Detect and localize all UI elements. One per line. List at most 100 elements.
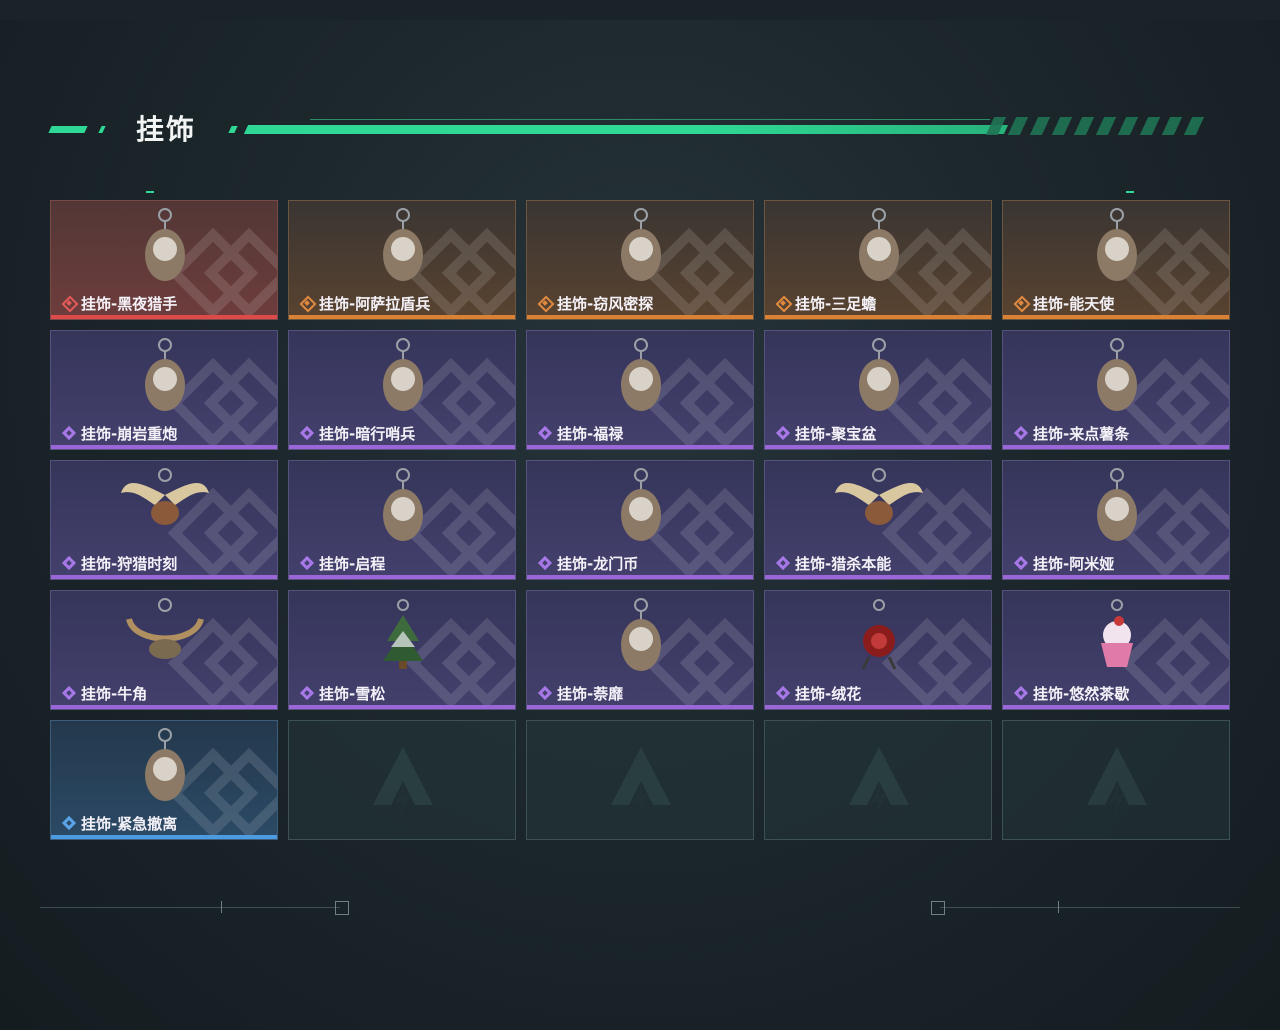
card-label: 挂饰-能天使 [1013,293,1114,313]
footer-square [931,901,945,915]
header-checker-pattern [985,117,1205,135]
rarity-underline [527,575,753,579]
rarity-diamond-icon [537,425,553,441]
ornament-name: 挂饰-猎杀本能 [795,554,892,573]
placeholder-logo-icon [373,747,433,817]
ornament-name: 挂饰-聚宝盆 [795,424,877,443]
ornament-card[interactable]: 挂饰-龙门币 [526,460,754,580]
hanging-ornament-icon [115,725,215,811]
cupcake-ornament-icon [1067,595,1167,681]
rarity-underline [1003,445,1229,449]
ornament-card[interactable]: 挂饰-福禄 [526,330,754,450]
rarity-diamond-icon [299,425,315,441]
rarity-diamond-icon [1013,425,1029,441]
hanging-ornament-icon [591,465,691,551]
ornament-card[interactable]: 挂饰-能天使 [1002,200,1230,320]
footer-line [40,907,340,908]
ornament-card[interactable]: 挂饰-崩岩重炮 [50,330,278,450]
card-label: 挂饰-狩猎时刻 [61,553,177,573]
ornament-card[interactable]: 挂饰-狩猎时刻 [50,460,278,580]
rarity-underline [765,315,991,319]
rarity-underline [289,705,515,709]
card-label: 挂饰-龙门币 [537,553,638,573]
ornament-card[interactable]: 挂饰-启程 [288,460,516,580]
card-label: 挂饰-萘靡 [537,683,623,703]
hanging-ornament-icon [591,335,691,421]
ornament-name: 挂饰-紧急撤离 [81,814,178,833]
rarity-diamond-icon [299,295,317,313]
ornament-card[interactable]: 挂饰-牛角 [50,590,278,710]
header-dash [48,126,88,133]
rarity-underline [289,575,515,579]
card-label: 挂饰-黑夜猎手 [61,293,177,313]
footer-tick [1058,901,1059,913]
rarity-underline [527,315,753,319]
hanging-ornament-icon [353,465,453,551]
ornament-card[interactable]: 挂饰-聚宝盆 [764,330,992,450]
rarity-diamond-icon [1013,685,1029,701]
horn-ornament-icon [115,595,215,681]
ornament-card[interactable]: 挂饰-暗行哨兵 [288,330,516,450]
ornament-card[interactable]: 挂饰-绒花 [764,590,992,710]
rarity-underline [51,835,277,839]
rarity-underline [1003,705,1229,709]
rarity-diamond-icon [1013,555,1029,571]
rarity-underline [765,705,991,709]
header-dash [98,126,106,133]
ornament-card[interactable]: 挂饰-猎杀本能 [764,460,992,580]
ornament-card[interactable]: 挂饰-三足蟾 [764,200,992,320]
corner-tick [1126,191,1134,193]
empty-slot [1002,720,1230,840]
hanging-ornament-icon [829,205,929,291]
rarity-diamond-icon [299,555,315,571]
ornament-name: 挂饰-悠然茶歇 [1033,684,1130,703]
ornament-card[interactable]: 挂饰-萘靡 [526,590,754,710]
footer-line [940,907,1240,908]
ornament-card[interactable]: 挂饰-阿米娅 [1002,460,1230,580]
footer-tick [221,901,222,913]
ornament-name: 挂饰-牛角 [81,684,148,703]
rarity-diamond-icon [537,295,555,313]
rarity-underline [527,705,753,709]
section-header: 挂饰 [48,108,1210,148]
card-label: 挂饰-三足蟾 [775,293,876,313]
rarity-diamond-icon [537,685,553,701]
ornament-card[interactable]: 挂饰-紧急撤离 [50,720,278,840]
rarity-diamond-icon [537,555,553,571]
ornament-card[interactable]: 挂饰-悠然茶歇 [1002,590,1230,710]
card-label: 挂饰-窃风密探 [537,293,653,313]
ornament-name: 挂饰-黑夜猎手 [81,294,178,313]
ornament-name: 挂饰-阿米娅 [1033,554,1115,573]
ornament-card[interactable]: 挂饰-阿萨拉盾兵 [288,200,516,320]
ornament-name: 挂饰-龙门币 [557,554,639,573]
rarity-diamond-icon [1013,295,1031,313]
card-label: 挂饰-绒花 [775,683,861,703]
hanging-ornament-icon [1067,205,1167,291]
ornament-card[interactable]: 挂饰-来点薯条 [1002,330,1230,450]
ornament-name: 挂饰-启程 [319,554,386,573]
rarity-underline [1003,315,1229,319]
rarity-underline [289,445,515,449]
tree-ornament-icon [353,595,453,681]
placeholder-logo-icon [611,747,671,817]
ornament-name: 挂饰-萘靡 [557,684,624,703]
hanging-ornament-icon [591,595,691,681]
card-label: 挂饰-福禄 [537,423,623,443]
hanging-ornament-icon [829,335,929,421]
card-label: 挂饰-来点薯条 [1013,423,1129,443]
card-label: 挂饰-暗行哨兵 [299,423,415,443]
ornament-card[interactable]: 挂饰-黑夜猎手 [50,200,278,320]
ornament-card[interactable]: 挂饰-雪松 [288,590,516,710]
ornament-name: 挂饰-暗行哨兵 [319,424,416,443]
rarity-underline [765,575,991,579]
hanging-ornament-icon [115,335,215,421]
empty-slot [526,720,754,840]
hanging-ornament-icon [115,205,215,291]
placeholder-logo-icon [849,747,909,817]
rarity-underline [51,705,277,709]
ornament-card[interactable]: 挂饰-窃风密探 [526,200,754,320]
ornament-name: 挂饰-来点薯条 [1033,424,1130,443]
rarity-diamond-icon [775,685,791,701]
card-label: 挂饰-阿萨拉盾兵 [299,293,430,313]
hanging-ornament-icon [353,335,453,421]
